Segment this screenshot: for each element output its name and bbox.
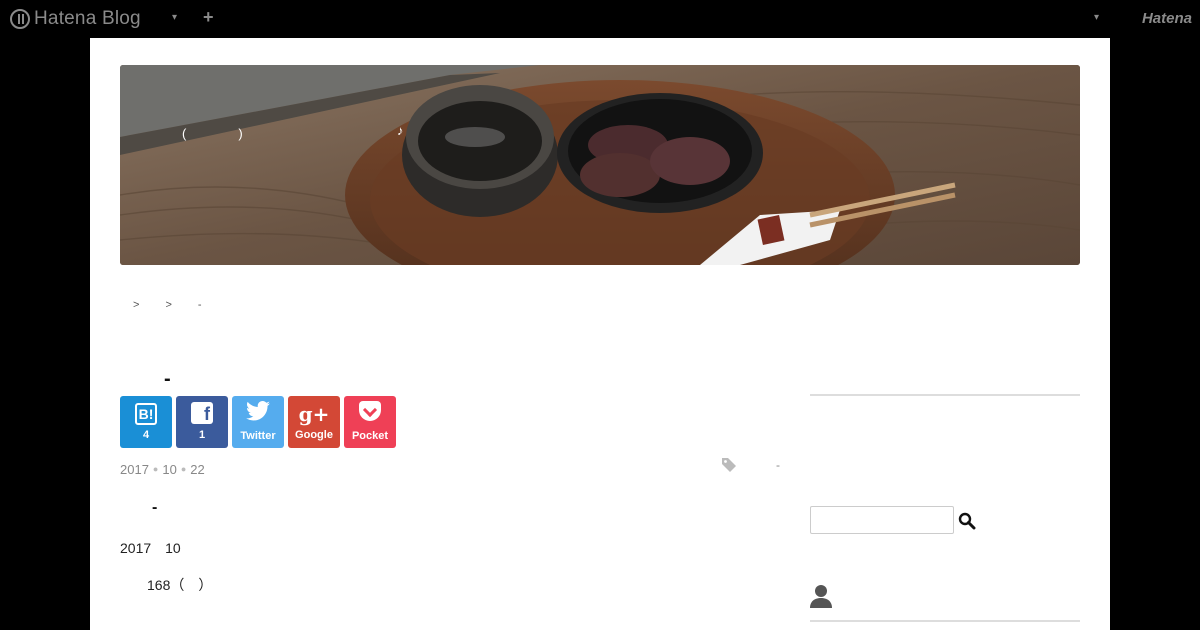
facebook-icon: f — [191, 402, 213, 425]
account-dropdown-icon[interactable]: ▾ — [1094, 12, 1099, 23]
hatena-topbar: Hatena Blog ▾ + ▾ Hatena — [0, 0, 1200, 38]
hatena-logo-icon — [10, 9, 30, 29]
entry-categories: - — [722, 458, 780, 472]
entry-title[interactable]: - — [164, 368, 171, 391]
blog-container: ( ) ♪ > > - - B! 4 f 1 Twitter g+ Google — [90, 38, 1110, 630]
header-photo — [120, 65, 1080, 265]
twitter-label: Twitter — [240, 430, 276, 442]
breadcrumb-current[interactable]: - — [198, 299, 202, 311]
facebook-share-count: 1 — [198, 429, 206, 441]
date-dot: ● — [180, 464, 187, 474]
search-input[interactable] — [810, 506, 954, 534]
profile-icon — [810, 584, 832, 608]
google-label: Google — [295, 428, 333, 441]
blog-header-image[interactable]: ( ) ♪ — [120, 65, 1080, 265]
pocket-icon — [359, 401, 381, 426]
twitter-share-button[interactable]: Twitter — [232, 396, 284, 448]
google-share-button[interactable]: g+ Google — [288, 396, 340, 448]
breadcrumb-separator: > — [165, 299, 172, 311]
sidebar-divider — [810, 394, 1080, 396]
entry-paragraph: 2017 10 — [120, 540, 181, 556]
google-plus-icon: g+ — [298, 401, 330, 426]
date-year: 2017 — [120, 462, 149, 477]
hatena-bookmark-count: 4 — [142, 429, 150, 441]
facebook-share-button[interactable]: f 1 — [176, 396, 228, 448]
date-dot: ● — [152, 464, 159, 474]
pocket-label: Pocket — [351, 430, 389, 442]
sidebar-divider — [810, 620, 1080, 622]
date-day: 22 — [190, 462, 205, 477]
hatena-bookmark-button[interactable]: B! 4 — [120, 396, 172, 448]
breadcrumb: > > - — [133, 299, 202, 311]
blog-title[interactable]: ( ) — [182, 123, 243, 142]
bird-icon — [246, 401, 270, 426]
tag-icon — [722, 458, 736, 472]
category-link[interactable]: - — [776, 458, 780, 472]
search-icon[interactable] — [958, 512, 976, 530]
breadcrumb-separator: > — [133, 299, 140, 311]
logo-text: Hatena Blog — [34, 8, 141, 29]
entry-paragraph: 168（ ） — [147, 577, 213, 593]
entry-date[interactable]: 2017 ● 10 ● 22 — [120, 462, 205, 477]
hatena-bookmark-icon: B! — [134, 402, 158, 425]
blog-menu-dropdown-icon[interactable]: ▾ — [172, 12, 177, 23]
plus-icon[interactable]: + — [203, 7, 214, 28]
blog-description: ♪ — [397, 123, 404, 138]
pocket-share-button[interactable]: Pocket — [344, 396, 396, 448]
entry-heading: - — [152, 499, 158, 516]
date-month: 10 — [162, 462, 177, 477]
share-buttons: B! 4 f 1 Twitter g+ Google Pocket — [120, 396, 396, 448]
hatena-blog-logo[interactable]: Hatena Blog — [10, 7, 141, 31]
hatena-right-logo[interactable]: Hatena — [1142, 10, 1192, 27]
